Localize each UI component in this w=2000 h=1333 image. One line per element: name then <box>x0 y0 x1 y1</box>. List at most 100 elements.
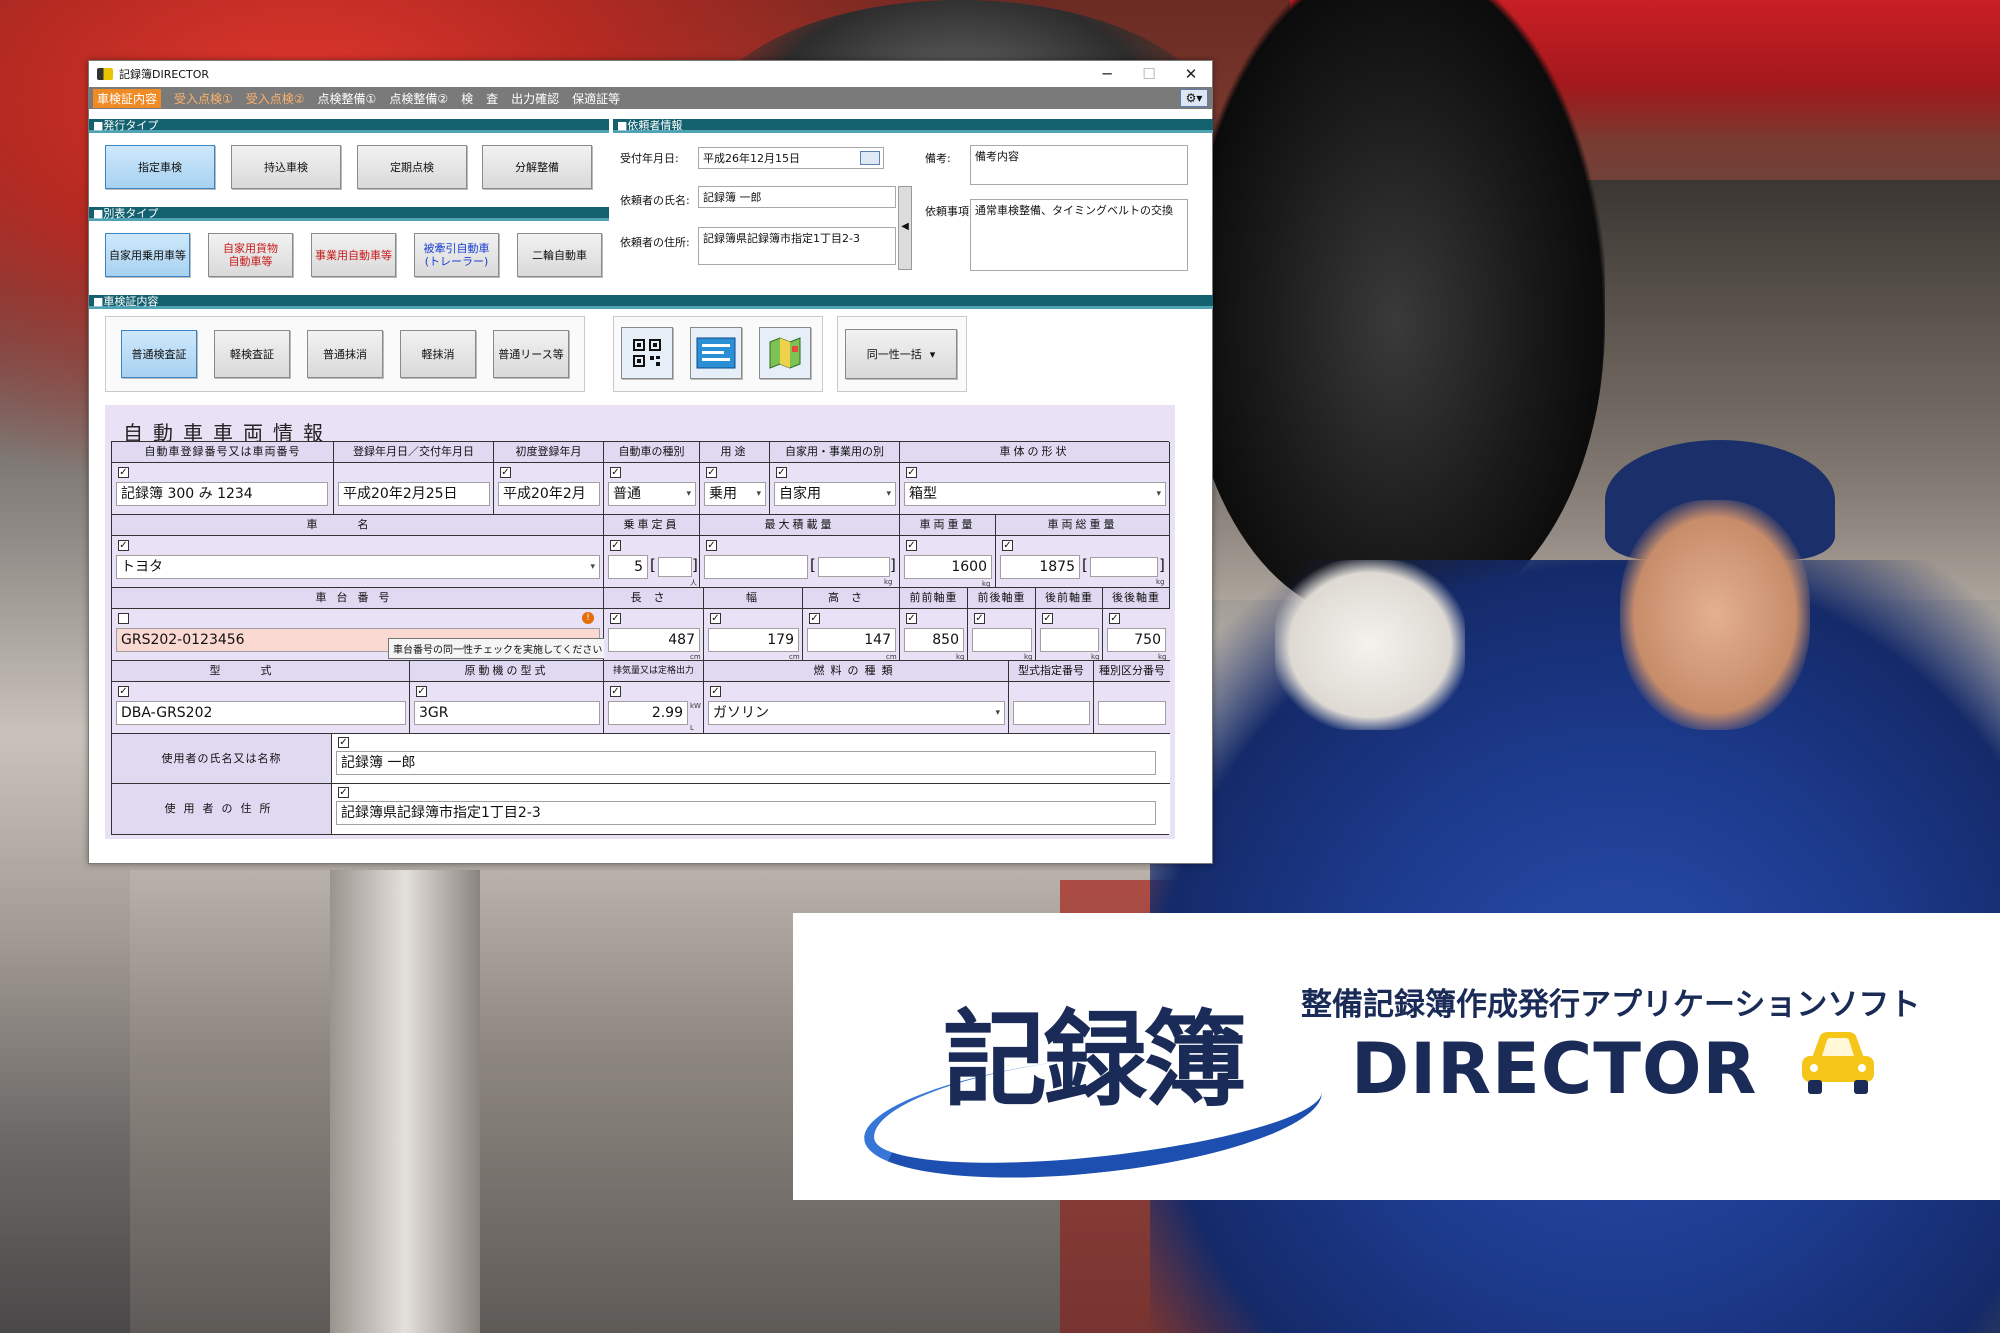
settings-gear-icon[interactable]: ⚙▾ <box>1180 89 1208 107</box>
length-checkbox[interactable]: ✓ <box>610 613 621 624</box>
menu-tab-service-1[interactable]: 点検整備① <box>318 90 377 107</box>
menu-tab-intake-2[interactable]: 受入点検② <box>246 90 305 107</box>
issue-designated-button[interactable]: 指定車検 <box>105 145 215 189</box>
engine-model-checkbox[interactable]: ✓ <box>416 686 427 697</box>
vehicle-weight-checkbox[interactable]: ✓ <box>906 540 917 551</box>
menu-tab-certificates[interactable]: 保適証等 <box>572 90 620 107</box>
ff-axle-input[interactable]: 850 <box>904 628 964 652</box>
gross-weight-extra-input[interactable] <box>1090 557 1158 577</box>
minimize-button[interactable]: ─ <box>1086 65 1128 83</box>
fuel-type-select[interactable]: ガソリン ▾ <box>708 701 1005 725</box>
model-checkbox[interactable]: ✓ <box>118 686 129 697</box>
width-input[interactable]: 179 <box>708 628 799 652</box>
body-shape-select[interactable]: 箱型 ▾ <box>904 482 1166 506</box>
category-motorcycle-button[interactable]: 二輪自動車 <box>517 233 602 277</box>
private-commercial-select[interactable]: 自家用 ▾ <box>774 482 896 506</box>
capacity-extra-input[interactable] <box>658 557 692 577</box>
menu-tab-certificate[interactable]: 車検証内容 <box>93 88 162 108</box>
chassis-number-checkbox[interactable] <box>118 613 129 624</box>
fr-axle-checkbox[interactable]: ✓ <box>974 613 985 624</box>
model-input[interactable]: DBA-GRS202 <box>116 701 406 725</box>
gross-weight-input[interactable]: 1875 <box>1000 555 1080 579</box>
max-load-input[interactable] <box>704 555 808 579</box>
owner-address-input[interactable]: 記録簿県記録簿市指定1丁目2-3 <box>336 801 1156 825</box>
issue-disassembly-button[interactable]: 分解整備 <box>482 145 592 189</box>
displacement-checkbox[interactable]: ✓ <box>610 686 621 697</box>
first-registration-input[interactable]: 平成20年2月 <box>498 482 600 506</box>
length-input[interactable]: 487 <box>608 628 700 652</box>
displacement-input[interactable]: 2.99 <box>608 701 688 725</box>
engine-model-input[interactable]: 3GR <box>414 701 600 725</box>
cert-lease-button[interactable]: 普通リース等 <box>493 330 569 378</box>
owner-name-input[interactable]: 記録簿 一郎 <box>336 751 1156 775</box>
height-checkbox[interactable]: ✓ <box>809 613 820 624</box>
cert-standard-button[interactable]: 普通検査証 <box>121 330 197 378</box>
calendar-icon[interactable] <box>860 151 880 165</box>
model-designation-input[interactable] <box>1013 701 1090 725</box>
gross-weight-checkbox[interactable]: ✓ <box>1002 540 1013 551</box>
menu-tab-intake-1[interactable]: 受入点検① <box>174 90 233 107</box>
vehicle-class-checkbox[interactable]: ✓ <box>610 467 621 478</box>
car-name-select[interactable]: トヨタ ▾ <box>116 555 600 579</box>
vehicle-class-select[interactable]: 普通 ▾ <box>608 482 696 506</box>
usage-checkbox[interactable]: ✓ <box>706 467 717 478</box>
close-button[interactable]: ✕ <box>1170 65 1212 83</box>
menu-tab-service-2[interactable]: 点検整備② <box>389 90 448 107</box>
category-commercial-button[interactable]: 事業用自動車等 <box>311 233 396 277</box>
maximize-button[interactable]: ☐ <box>1128 65 1170 83</box>
category-number-input[interactable] <box>1098 701 1166 725</box>
owner-address-checkbox[interactable]: ✓ <box>338 787 349 798</box>
vehicle-weight-input[interactable]: 1600 <box>904 555 992 579</box>
scan-card-icon[interactable] <box>690 327 742 379</box>
owner-name-label: 使用者の氏名又は名称 <box>112 734 332 784</box>
identity-batch-dropdown[interactable]: 同一性一括 ▾ <box>845 329 957 379</box>
rf-axle-checkbox[interactable]: ✓ <box>1042 613 1053 624</box>
bracket-open: [ <box>1082 556 1088 574</box>
first-registration-checkbox[interactable]: ✓ <box>500 467 511 478</box>
max-load-checkbox[interactable]: ✓ <box>706 540 717 551</box>
registration-number-checkbox[interactable]: ✓ <box>118 467 129 478</box>
map-icon[interactable] <box>759 327 811 379</box>
category-trailer-button[interactable]: 被牽引自動車 (トレーラー) <box>414 233 499 277</box>
capacity-input[interactable]: 5 <box>608 555 648 579</box>
width-unit: cm <box>789 653 800 661</box>
registration-date-input[interactable]: 平成20年2月25日 <box>338 482 490 506</box>
private-commercial-checkbox[interactable]: ✓ <box>776 467 787 478</box>
capacity-checkbox[interactable]: ✓ <box>610 540 621 551</box>
issue-brought-in-button[interactable]: 持込車検 <box>231 145 341 189</box>
ff-axle-checkbox[interactable]: ✓ <box>906 613 917 624</box>
model-cell: ✓ DBA-GRS202 <box>112 682 410 734</box>
requester-name-field[interactable]: 記録簿 一郎 <box>698 186 896 208</box>
menu-tab-output[interactable]: 出力確認 <box>511 90 559 107</box>
fuel-type-checkbox[interactable]: ✓ <box>710 686 721 697</box>
rf-axle-unit: kg <box>1091 653 1100 661</box>
qr-code-icon[interactable] <box>621 327 673 379</box>
receipt-date-field[interactable]: 平成26年12月15日 <box>698 147 884 169</box>
request-items-field[interactable]: 通常車検整備、タイミングベルトの交換 <box>970 199 1188 271</box>
cert-kei-cancel-button[interactable]: 軽抹消 <box>400 330 476 378</box>
issue-periodic-button[interactable]: 定期点検 <box>357 145 467 189</box>
expand-panel-button[interactable]: ◀ <box>898 186 912 270</box>
fr-axle-input[interactable] <box>972 628 1032 652</box>
category-private-passenger-button[interactable]: 自家用乗用車等 <box>105 233 190 277</box>
remarks-field[interactable]: 備考内容 <box>970 145 1188 185</box>
category-private-cargo-button[interactable]: 自家用貨物 自動車等 <box>208 233 293 277</box>
rr-axle-checkbox[interactable]: ✓ <box>1109 613 1120 624</box>
requester-address-field[interactable]: 記録簿県記録簿市指定1丁目2-3 <box>698 227 896 265</box>
header-registration-date: 登録年月日／交付年月日 <box>334 442 494 463</box>
registration-number-input[interactable]: 記録簿 300 み 1234 <box>116 482 328 506</box>
height-input[interactable]: 147 <box>807 628 896 652</box>
cert-standard-cancel-button[interactable]: 普通抹消 <box>307 330 383 378</box>
body-shape-checkbox[interactable]: ✓ <box>906 467 917 478</box>
menu-tab-inspection-2[interactable]: 査 <box>486 90 498 107</box>
menu-tab-inspection-1[interactable]: 検 <box>461 90 473 107</box>
header-usage: 用途 <box>700 442 770 463</box>
rf-axle-input[interactable] <box>1040 628 1099 652</box>
rr-axle-input[interactable]: 750 <box>1107 628 1166 652</box>
width-checkbox[interactable]: ✓ <box>710 613 721 624</box>
car-name-checkbox[interactable]: ✓ <box>118 540 129 551</box>
owner-name-checkbox[interactable]: ✓ <box>338 737 349 748</box>
usage-select[interactable]: 乗用 ▾ <box>704 482 766 506</box>
cert-kei-button[interactable]: 軽検査証 <box>214 330 290 378</box>
max-load-extra-input[interactable] <box>818 557 890 577</box>
